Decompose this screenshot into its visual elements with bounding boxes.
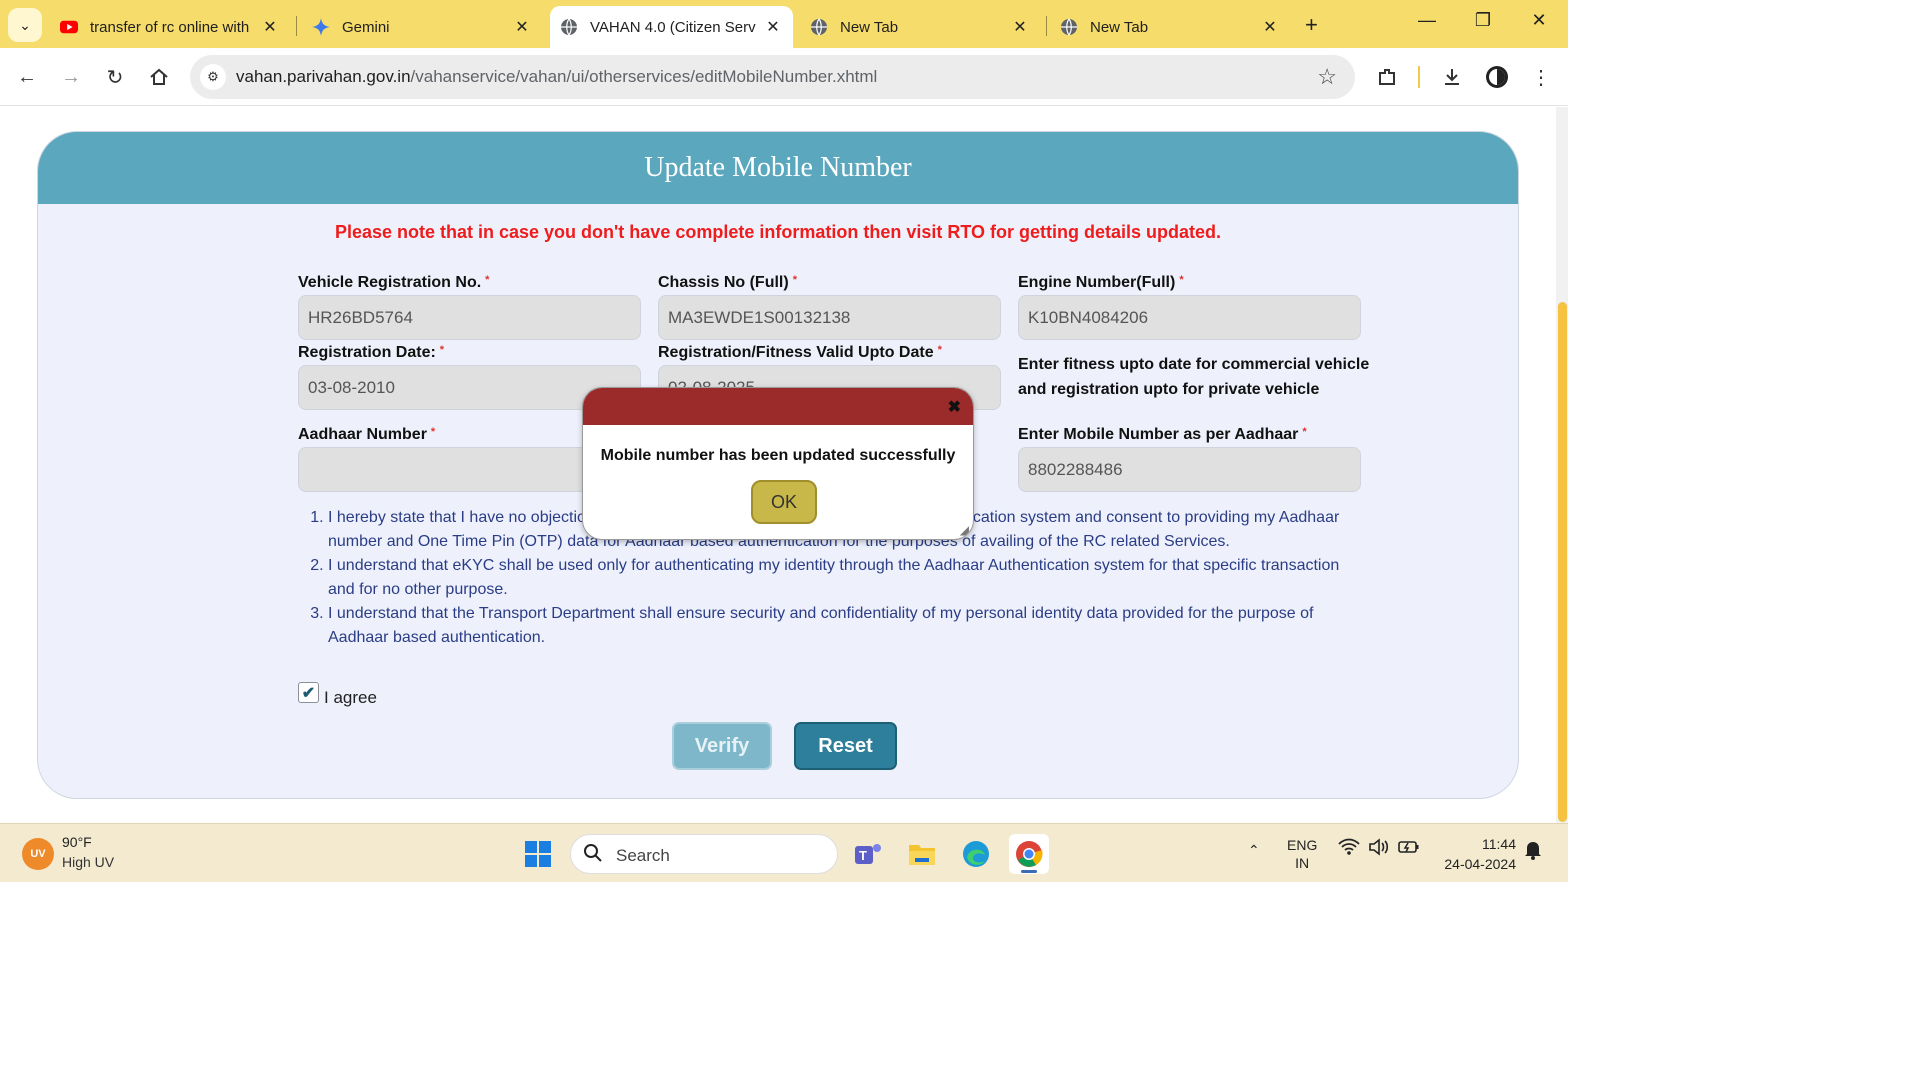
url-path: /vahanservice/vahan/ui/otherservices/edi…: [410, 67, 878, 86]
reset-button[interactable]: Reset: [794, 722, 897, 770]
edge-browser-icon[interactable]: [956, 834, 996, 874]
tab-vahan[interactable]: VAHAN 4.0 (Citizen Serv ✕: [550, 6, 793, 48]
restore-icon[interactable]: ❐: [1468, 10, 1498, 31]
battery-icon[interactable]: [1398, 838, 1420, 859]
weather-description[interactable]: High UV: [62, 854, 114, 870]
valid-upto-label: Registration/Fitness Valid Upto Date *: [658, 344, 942, 361]
mobile-input[interactable]: [1018, 447, 1361, 492]
globe-icon: [1060, 18, 1078, 36]
tab-close-icon[interactable]: ✕: [260, 17, 280, 37]
minimize-icon[interactable]: —: [1412, 10, 1442, 31]
profile-avatar-icon[interactable]: [1482, 62, 1512, 92]
tab-title: New Tab: [1090, 18, 1149, 36]
tab-new-2[interactable]: New Tab ✕: [1050, 6, 1290, 48]
menu-kebab-icon[interactable]: ⋮: [1526, 62, 1556, 92]
tab-close-icon[interactable]: ✕: [1260, 17, 1280, 37]
youtube-icon: [60, 18, 78, 36]
active-app-indicator: [1021, 870, 1037, 873]
tab-close-icon[interactable]: ✕: [512, 17, 532, 37]
tab-gemini[interactable]: Gemini ✕: [302, 6, 542, 48]
clock-time: 11:44: [1482, 836, 1516, 852]
extensions-icon[interactable]: [1372, 62, 1402, 92]
chassis-label: Chassis No (Full) *: [658, 274, 797, 291]
checkmark-icon: ✔: [301, 684, 316, 702]
home-icon[interactable]: [144, 62, 174, 92]
tab-close-icon[interactable]: ✕: [1010, 17, 1030, 37]
tab-separator: [1046, 16, 1047, 36]
agree-checkbox[interactable]: ✔: [298, 682, 319, 703]
forward-arrow-icon[interactable]: →: [56, 62, 86, 92]
site-settings-icon[interactable]: ⚙: [200, 64, 226, 90]
wifi-icon[interactable]: [1338, 838, 1360, 859]
url-text[interactable]: vahan.parivahan.gov.in/vahanservice/vaha…: [236, 67, 877, 87]
chrome-icon[interactable]: [1009, 834, 1049, 874]
dialog-close-icon[interactable]: ✖: [948, 397, 961, 417]
globe-icon: [560, 18, 578, 36]
chevron-up-icon[interactable]: ⌃: [1248, 842, 1260, 859]
url-host: vahan.parivahan.gov.in: [236, 67, 411, 86]
page-title: Update Mobile Number: [644, 152, 912, 183]
language-indicator[interactable]: ENG IN: [1287, 836, 1317, 872]
back-arrow-icon[interactable]: ←: [12, 62, 42, 92]
agree-label: I agree: [324, 688, 377, 707]
volume-icon[interactable]: [1368, 838, 1390, 859]
notification-bell-icon[interactable]: [1524, 840, 1542, 863]
aadhaar-label: Aadhaar Number *: [298, 426, 436, 443]
window-close-icon[interactable]: ✕: [1524, 10, 1554, 31]
tab-title: New Tab: [840, 18, 899, 36]
weather-uv-icon[interactable]: UV: [22, 838, 54, 870]
windows-taskbar: UV 90°F High UV Search T ⌃ ENG IN 11:44 …: [0, 823, 1568, 882]
tab-close-icon[interactable]: ✕: [763, 17, 783, 37]
mobile-label: Enter Mobile Number as per Aadhaar *: [1018, 426, 1307, 443]
reload-icon[interactable]: ↻: [100, 62, 130, 92]
tab-new-1[interactable]: New Tab ✕: [800, 6, 1040, 48]
region-code: IN: [1295, 855, 1310, 871]
browser-tab-strip: ⌄ transfer of rc online with ✕ Gemini ✕ …: [0, 0, 1568, 48]
verify-button[interactable]: Verify: [672, 722, 772, 770]
panel-header: Update Mobile Number: [38, 132, 1518, 204]
browser-toolbar: ← → ↻ ⚙ vahan.parivahan.gov.in/vahanserv…: [0, 48, 1568, 106]
rto-notice: Please note that in case you don't have …: [334, 222, 1222, 242]
system-clock[interactable]: 11:44 24-04-2024: [1432, 834, 1516, 874]
chassis-input[interactable]: [658, 295, 1001, 340]
success-dialog: ✖ Mobile number has been updated success…: [582, 387, 974, 540]
new-tab-plus-icon[interactable]: +: [1305, 12, 1318, 38]
tab-title: Gemini: [342, 18, 390, 36]
search-placeholder: Search: [616, 846, 670, 865]
toolbar-divider: [1418, 66, 1420, 88]
language-code: ENG: [1287, 837, 1318, 853]
dialog-header: ✖: [583, 388, 973, 425]
vehicle-reg-label: Vehicle Registration No. *: [298, 274, 490, 291]
engine-label: Engine Number(Full) *: [1018, 274, 1184, 291]
bookmark-star-icon[interactable]: ☆: [1317, 64, 1337, 90]
vehicle-reg-input[interactable]: [298, 295, 641, 340]
clock-date: 24-04-2024: [1444, 856, 1516, 872]
globe-icon: [810, 18, 828, 36]
file-explorer-icon[interactable]: [902, 834, 942, 874]
search-icon: [583, 843, 603, 869]
ok-button[interactable]: OK: [751, 480, 817, 524]
download-icon[interactable]: [1437, 62, 1467, 92]
start-windows-icon[interactable]: [518, 834, 558, 874]
dialog-message: Mobile number has been updated successfu…: [600, 447, 956, 464]
svg-text:T: T: [859, 848, 867, 863]
engine-input[interactable]: [1018, 295, 1361, 340]
fitness-hint: Enter fitness upto date for commercial v…: [1018, 356, 1370, 398]
taskbar-search[interactable]: Search: [570, 834, 838, 874]
weather-temperature[interactable]: 90°F: [62, 834, 92, 850]
gemini-icon: [312, 18, 330, 36]
tab-title: VAHAN 4.0 (Citizen Serv: [590, 18, 756, 36]
tab-youtube[interactable]: transfer of rc online with ✕: [50, 6, 290, 48]
declaration-item: I understand that the Transport Departme…: [328, 602, 1368, 650]
page-scrollbar[interactable]: [1556, 107, 1568, 823]
resize-grip-icon[interactable]: ◢: [960, 523, 969, 537]
tab-title: transfer of rc online with: [90, 18, 250, 36]
teams-icon[interactable]: T: [848, 834, 888, 874]
declaration-item: I understand that eKYC shall be used onl…: [328, 554, 1368, 602]
reg-date-label: Registration Date: *: [298, 344, 445, 361]
tab-separator: [296, 16, 297, 36]
scrollbar-thumb[interactable]: [1558, 302, 1567, 822]
tab-search-menu-icon[interactable]: ⌄: [8, 8, 42, 42]
address-bar[interactable]: ⚙ vahan.parivahan.gov.in/vahanservice/va…: [190, 55, 1355, 99]
